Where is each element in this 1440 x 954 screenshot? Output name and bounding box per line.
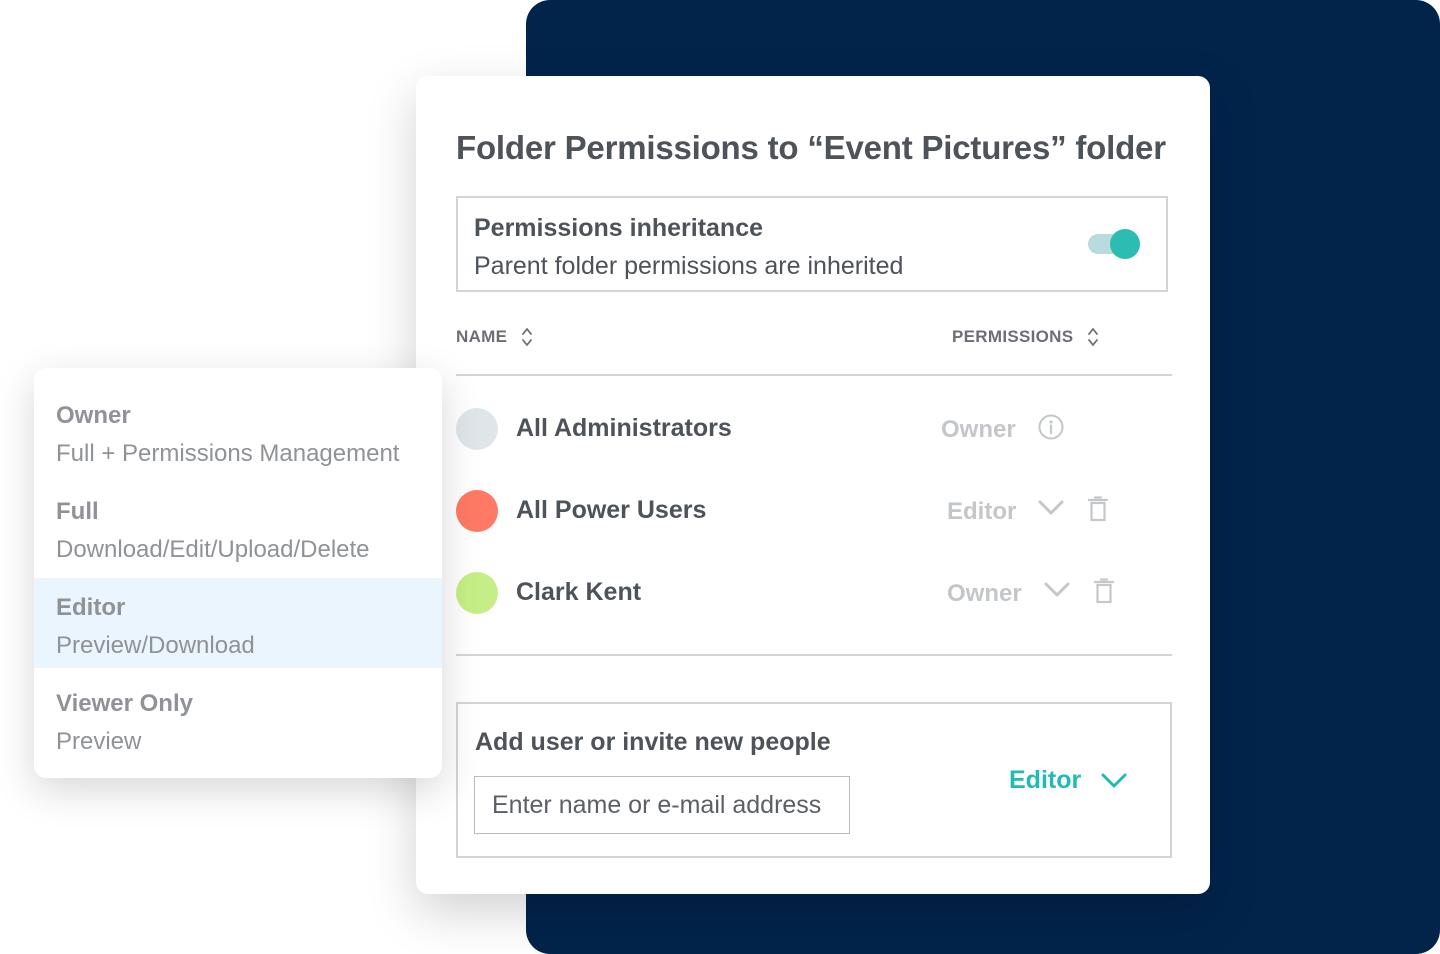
inheritance-subtitle: Parent folder permissions are inherited bbox=[474, 252, 904, 280]
trash-icon[interactable] bbox=[1088, 496, 1108, 522]
dropdown-option-editor[interactable]: Editor Preview/Download bbox=[34, 578, 442, 668]
add-user-title: Add user or invite new people bbox=[475, 728, 831, 756]
role-select[interactable]: Editor bbox=[1009, 766, 1127, 795]
rows-divider bbox=[456, 654, 1172, 656]
column-header-name[interactable]: NAME bbox=[456, 326, 533, 348]
option-description: Full + Permissions Management bbox=[56, 440, 400, 467]
avatar bbox=[456, 572, 498, 614]
chevron-down-icon[interactable] bbox=[1044, 582, 1070, 598]
column-header-permissions[interactable]: PERMISSIONS bbox=[952, 326, 1099, 348]
dialog-title: Folder Permissions to “Event Pictures” f… bbox=[456, 129, 1166, 166]
avatar bbox=[456, 408, 498, 450]
chevron-down-icon[interactable] bbox=[1038, 500, 1064, 516]
permissions-inheritance-panel: Permissions inheritance Parent folder pe… bbox=[456, 196, 1168, 292]
row-permission[interactable]: Owner bbox=[947, 580, 1022, 608]
folder-permissions-dialog: Folder Permissions to “Event Pictures” f… bbox=[416, 76, 1210, 894]
column-header-name-label: NAME bbox=[456, 327, 508, 346]
option-description: Preview/Download bbox=[56, 632, 255, 659]
sort-icon bbox=[522, 328, 533, 346]
table-row: Clark Kent Owner bbox=[456, 568, 1172, 618]
info-icon[interactable] bbox=[1038, 414, 1064, 440]
option-title: Owner bbox=[56, 402, 131, 429]
row-name: All Administrators bbox=[516, 414, 732, 442]
table-row: All Administrators Owner bbox=[456, 404, 1172, 454]
trash-icon[interactable] bbox=[1094, 578, 1114, 604]
inheritance-toggle[interactable] bbox=[1088, 229, 1140, 259]
table-row: All Power Users Editor bbox=[456, 486, 1172, 536]
user-search-input[interactable] bbox=[474, 776, 850, 834]
row-permission: Owner bbox=[941, 416, 1016, 443]
row-name: Clark Kent bbox=[516, 578, 642, 606]
toggle-knob bbox=[1110, 229, 1140, 259]
row-name: All Power Users bbox=[516, 496, 707, 524]
chevron-down-icon bbox=[1101, 773, 1127, 787]
sort-icon bbox=[1088, 328, 1099, 346]
option-description: Download/Edit/Upload/Delete bbox=[56, 536, 370, 563]
option-title: Editor bbox=[56, 594, 126, 621]
dropdown-option-viewer-only[interactable]: Viewer Only Preview bbox=[34, 678, 442, 768]
add-user-panel: Add user or invite new people Editor bbox=[456, 702, 1172, 858]
option-description: Preview bbox=[56, 728, 142, 755]
permission-dropdown-menu: Owner Full + Permissions Management Full… bbox=[34, 368, 442, 778]
inheritance-title: Permissions inheritance bbox=[474, 214, 764, 242]
dropdown-option-full[interactable]: Full Download/Edit/Upload/Delete bbox=[34, 486, 442, 576]
row-permission[interactable]: Editor bbox=[947, 498, 1016, 526]
header-divider bbox=[456, 374, 1172, 376]
option-title: Viewer Only bbox=[56, 690, 193, 717]
role-select-label: Editor bbox=[1009, 766, 1082, 794]
avatar bbox=[456, 490, 498, 532]
option-title: Full bbox=[56, 498, 99, 525]
column-header-permissions-label: PERMISSIONS bbox=[952, 327, 1074, 346]
dropdown-option-owner[interactable]: Owner Full + Permissions Management bbox=[34, 390, 442, 480]
